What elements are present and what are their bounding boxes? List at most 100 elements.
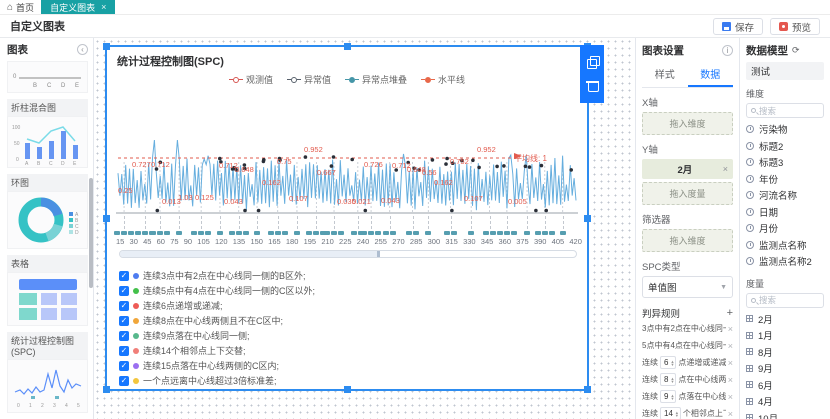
rule-number-input[interactable]: 9▲▼ [660, 390, 676, 403]
measure-item[interactable]: 10月 [746, 410, 824, 419]
anomaly-drop-line [507, 216, 508, 229]
datazoom-slider[interactable] [119, 250, 577, 258]
data-point-label: 0.727 [132, 160, 151, 169]
rule-color-dot [133, 348, 139, 354]
delete-icon[interactable] [586, 79, 599, 92]
anomaly-drop-line [413, 216, 414, 229]
dataset-select[interactable]: 测试 [746, 62, 824, 80]
checkbox-checked[interactable]: ✓ [119, 301, 129, 311]
stepper-icons[interactable]: ▲▼ [675, 411, 679, 417]
measure-item[interactable]: 1月 [746, 327, 824, 344]
sidebar-chart-item[interactable]: 折柱混合图100500ABCDE [7, 99, 88, 168]
remove-rule-icon[interactable]: × [728, 392, 733, 402]
svg-text:4: 4 [65, 403, 68, 409]
legend-item[interactable]: 水平线 [421, 73, 465, 86]
settings-info-icon[interactable]: i [722, 45, 733, 56]
measure-item[interactable]: 8月 [746, 344, 824, 361]
dimension-item[interactable]: 标题2 [746, 138, 824, 155]
dimension-item[interactable]: 监测点名称2 [746, 253, 824, 270]
collapse-sidebar-icon[interactable]: ‹ [77, 44, 88, 55]
checkbox-checked[interactable]: ✓ [119, 316, 129, 326]
legend-item[interactable]: 异常值 [287, 73, 331, 86]
home-tab[interactable]: ⌂ 首页 [0, 0, 41, 14]
anomaly-stack-marker [114, 231, 120, 235]
rule-checkbox-list: ✓连续3点中有2点在中心线同一侧的B区外;✓连续5点中有4点在中心线同一侧的C区… [119, 268, 315, 388]
spc-chart-widget[interactable]: 统计过程控制图(SPC) 观测值异常值异常点堆叠水平线 0.250.7270.7… [105, 45, 589, 391]
anomaly-stack-marker [331, 231, 337, 235]
dimension-label: 日期 [759, 205, 778, 219]
dimension-search-input[interactable]: 搜索 [746, 103, 824, 118]
design-canvas[interactable]: 统计过程控制图(SPC) 观测值异常值异常点堆叠水平线 0.250.7270.7… [94, 38, 635, 419]
checkbox-checked[interactable]: ✓ [119, 331, 129, 341]
copy-icon[interactable] [586, 56, 599, 69]
resize-handle-nw[interactable] [103, 43, 110, 50]
measure-item[interactable]: 4月 [746, 393, 824, 410]
checkbox-checked[interactable]: ✓ [119, 361, 129, 371]
measure-search-input[interactable]: 搜索 [746, 293, 824, 308]
dimension-item[interactable]: 日期 [746, 204, 824, 221]
sidebar-chart-item[interactable]: 环图ABCD [7, 174, 88, 249]
judge-rule-row: 连续14▲▼个相邻点上下交替× [642, 405, 733, 419]
dimension-item[interactable]: 月份 [746, 220, 824, 237]
stepper-icons[interactable]: ▲▼ [670, 394, 674, 400]
anomaly-stack-marker [121, 231, 127, 235]
checkbox-checked[interactable]: ✓ [119, 286, 129, 296]
dimension-item[interactable]: 污染物 [746, 121, 824, 138]
measure-item[interactable]: 2月 [746, 311, 824, 328]
dimension-label: 标题3 [759, 155, 783, 169]
dimension-item[interactable]: 河流名称 [746, 187, 824, 204]
resize-handle-n[interactable] [344, 43, 351, 50]
dimension-item[interactable]: 标题3 [746, 154, 824, 171]
resize-handle-sw[interactable] [103, 386, 110, 393]
resize-handle-w[interactable] [103, 215, 110, 222]
anomaly-drop-line [358, 216, 359, 229]
resize-handle-e[interactable] [584, 215, 591, 222]
sidebar-scrollbar[interactable] [89, 178, 93, 288]
preview-button[interactable]: 预览 [770, 18, 820, 35]
measure-label: 8月 [758, 345, 773, 359]
refresh-icon[interactable]: ⟳ [792, 45, 800, 56]
checkbox-checked[interactable]: ✓ [119, 271, 129, 281]
anomaly-drop-line [124, 216, 125, 229]
tab-data[interactable]: 数据 [688, 62, 734, 87]
checkbox-checked[interactable]: ✓ [119, 376, 129, 386]
measure-label: 4月 [758, 394, 773, 408]
resize-handle-se[interactable] [584, 386, 591, 393]
remove-rule-icon[interactable]: × [728, 341, 733, 351]
legend-item[interactable]: 异常点堆叠 [345, 73, 407, 86]
remove-rule-icon[interactable]: × [728, 324, 733, 334]
stepper-icons[interactable]: ▲▼ [670, 377, 674, 383]
sidebar-chart-item[interactable]: 0BCDE [7, 61, 88, 93]
rule-number-input[interactable]: 14▲▼ [660, 407, 681, 419]
search-icon [751, 298, 756, 303]
legend-item[interactable]: 观测值 [229, 73, 273, 86]
measure-item[interactable]: 6月 [746, 377, 824, 394]
remove-rule-icon[interactable]: × [728, 409, 733, 419]
measure-item[interactable]: 9月 [746, 360, 824, 377]
sidebar-chart-item[interactable]: 表格 [7, 255, 88, 326]
dimension-item[interactable]: 年份 [746, 171, 824, 188]
dimension-item[interactable]: 监测点名称 [746, 237, 824, 254]
x-tick-label: 405 [552, 237, 565, 246]
x-tick-label: 330 [463, 237, 476, 246]
tab-custom-chart[interactable]: 自定义图表 × [41, 0, 115, 14]
filter-dropzone[interactable]: 拖入维度 [642, 229, 733, 252]
rule-number-input[interactable]: 8▲▼ [660, 373, 676, 386]
tab-style[interactable]: 样式 [642, 62, 688, 87]
save-button[interactable]: 保存 [713, 18, 763, 35]
rule-number-input[interactable]: 6▲▼ [660, 356, 676, 369]
stepper-icons[interactable]: ▲▼ [670, 360, 674, 366]
dimension-icon [746, 158, 754, 166]
x-axis-dropzone[interactable]: 拖入维度 [642, 112, 733, 135]
checkbox-checked[interactable]: ✓ [119, 346, 129, 356]
add-rule-icon[interactable]: + [727, 307, 733, 319]
y-axis-field-chip[interactable]: 2月 × [642, 159, 733, 179]
remove-rule-icon[interactable]: × [728, 358, 733, 368]
tab-close-icon[interactable]: × [101, 2, 106, 12]
chip-remove-icon[interactable]: × [723, 164, 728, 174]
remove-rule-icon[interactable]: × [728, 375, 733, 385]
spc-type-select[interactable]: 单值图 ▼ [642, 276, 733, 298]
y-axis-dropzone[interactable]: 拖入度量 [642, 182, 733, 205]
resize-handle-s[interactable] [344, 386, 351, 393]
sidebar-chart-item[interactable]: 统计过程控制图(SPC)012345 [7, 332, 88, 413]
